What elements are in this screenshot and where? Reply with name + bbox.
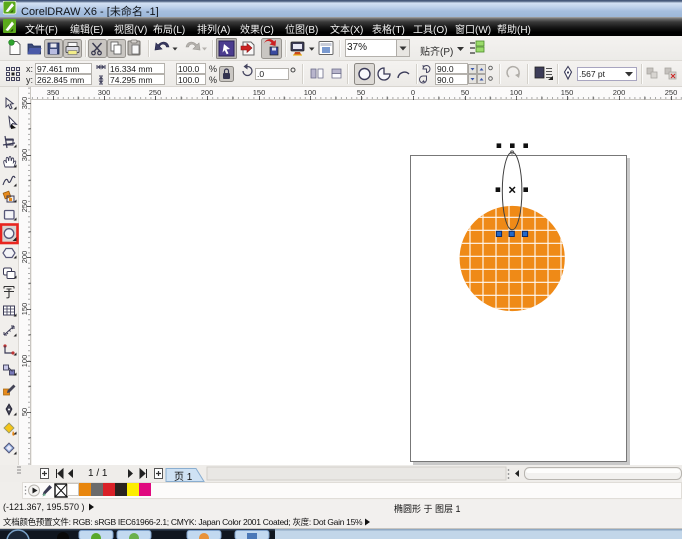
svg-text:250: 250 (149, 88, 162, 97)
svg-text:200: 200 (201, 88, 214, 97)
svg-text:250: 250 (665, 88, 678, 97)
svg-text:300: 300 (98, 88, 111, 97)
svg-text:50: 50 (461, 88, 469, 97)
svg-text:100: 100 (510, 88, 523, 97)
svg-text:100: 100 (304, 88, 317, 97)
svg-text:350: 350 (47, 88, 60, 97)
svg-text:150: 150 (561, 88, 574, 97)
svg-text:150: 150 (253, 88, 266, 97)
svg-text:200: 200 (613, 88, 626, 97)
svg-text:0: 0 (411, 88, 415, 97)
svg-text:50: 50 (357, 88, 365, 97)
